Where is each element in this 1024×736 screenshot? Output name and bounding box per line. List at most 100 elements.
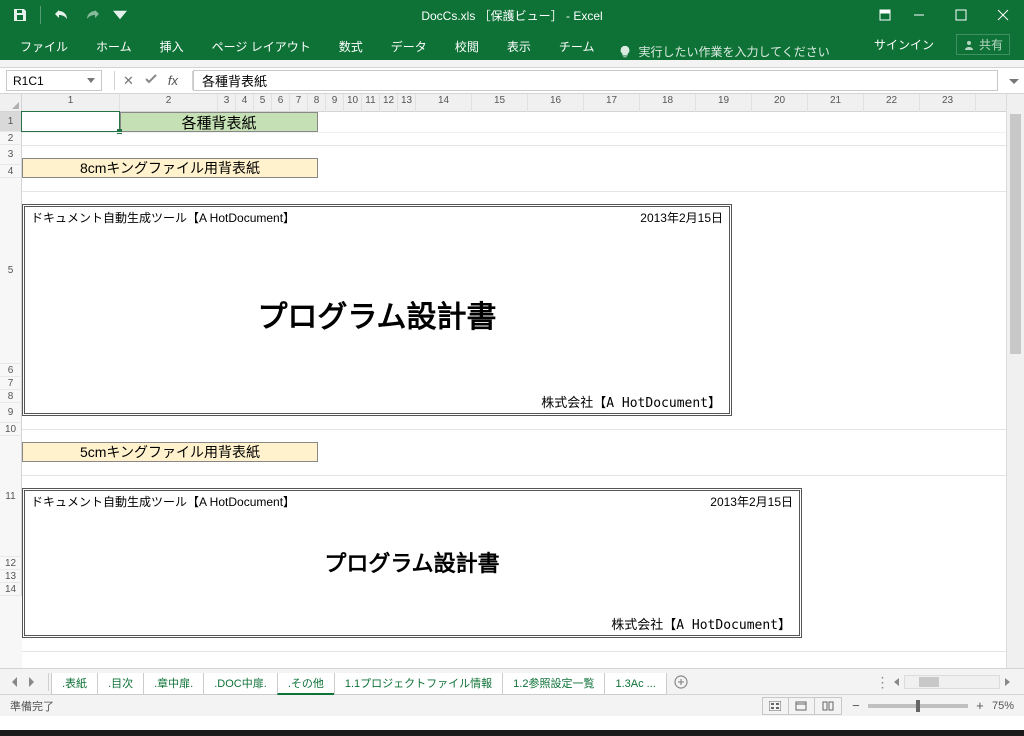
- row-header[interactable]: 9: [0, 403, 22, 423]
- share-label: 共有: [979, 36, 1003, 53]
- col-header[interactable]: 8: [308, 94, 326, 112]
- sheet-nav-prev[interactable]: [8, 674, 22, 690]
- row-header[interactable]: 14: [0, 583, 22, 596]
- col-header[interactable]: 11: [362, 94, 380, 112]
- col-header[interactable]: 5: [254, 94, 272, 112]
- col-header[interactable]: 16: [528, 94, 584, 112]
- row-header[interactable]: 3: [0, 145, 22, 165]
- row-header[interactable]: 2: [0, 132, 22, 145]
- row-header[interactable]: 13: [0, 570, 22, 583]
- cancel-formula-button[interactable]: ✕: [123, 73, 134, 89]
- tab-review[interactable]: 校閲: [441, 34, 493, 60]
- add-sheet-button[interactable]: [670, 675, 692, 689]
- save-button[interactable]: [8, 3, 32, 27]
- col-header[interactable]: 23: [920, 94, 976, 112]
- ribbon-display-options[interactable]: [872, 0, 898, 30]
- sheet-tab[interactable]: 1.1プロジェクトファイル情報: [334, 673, 503, 695]
- col-header[interactable]: 2: [120, 94, 218, 112]
- cells-viewport[interactable]: 各種背表紙 8cmキングファイル用背表紙 ドキュメント自動生成ツール【A Hot…: [22, 112, 1006, 668]
- zoom-out-button[interactable]: −: [850, 698, 862, 713]
- row-header[interactable]: 4: [0, 165, 22, 178]
- sheet-tab[interactable]: 1.2参照設定一覧: [502, 673, 605, 695]
- maximize-button[interactable]: [940, 0, 982, 30]
- minimize-button[interactable]: [898, 0, 940, 30]
- column-headers[interactable]: 1234567891011121314151617181920212223: [22, 94, 1006, 112]
- horizontal-scrollbar[interactable]: [904, 675, 1000, 689]
- zoom-in-button[interactable]: +: [974, 698, 986, 713]
- col-header[interactable]: 14: [416, 94, 472, 112]
- cell-header-8cm[interactable]: 8cmキングファイル用背表紙: [22, 158, 318, 178]
- view-normal-button[interactable]: [763, 698, 789, 714]
- scroll-thumb[interactable]: [1010, 114, 1021, 354]
- zoom-slider[interactable]: [868, 704, 968, 708]
- zoom-slider-thumb[interactable]: [916, 700, 920, 712]
- sheet-tab[interactable]: .その他: [277, 673, 335, 695]
- tab-home[interactable]: ホーム: [82, 34, 146, 60]
- tab-insert[interactable]: 挿入: [146, 34, 198, 60]
- sheet-tab[interactable]: .章中扉.: [143, 673, 204, 695]
- sheet-tab[interactable]: .表紙: [51, 673, 98, 695]
- zoom-level[interactable]: 75%: [992, 700, 1014, 712]
- tab-formulas[interactable]: 数式: [325, 34, 377, 60]
- name-box[interactable]: R1C1: [6, 70, 102, 91]
- undo-button[interactable]: [49, 3, 73, 27]
- row-header[interactable]: 11: [0, 436, 22, 557]
- tab-pagelayout[interactable]: ページ レイアウト: [198, 34, 325, 60]
- col-header[interactable]: 7: [290, 94, 308, 112]
- spreadsheet-grid[interactable]: 1234567891011121314151617181920212223 12…: [0, 94, 1024, 668]
- hscroll-left[interactable]: [890, 678, 904, 686]
- tab-team[interactable]: チーム: [545, 34, 609, 60]
- col-header[interactable]: 22: [864, 94, 920, 112]
- view-pagelayout-button[interactable]: [789, 698, 815, 714]
- accept-formula-button[interactable]: [144, 72, 158, 89]
- row-header[interactable]: 12: [0, 557, 22, 570]
- row-header[interactable]: 1: [0, 112, 22, 132]
- row-header[interactable]: 10: [0, 423, 22, 436]
- row-header[interactable]: 8: [0, 390, 22, 403]
- select-all-button[interactable]: [0, 94, 22, 112]
- doc-box-8cm[interactable]: ドキュメント自動生成ツール【A HotDocument】 2013年2月15日 …: [22, 204, 732, 416]
- sheet-nav-next[interactable]: [24, 674, 38, 690]
- cell-header-5cm[interactable]: 5cmキングファイル用背表紙: [22, 442, 318, 462]
- share-button[interactable]: 共有: [956, 34, 1010, 55]
- redo-button[interactable]: [81, 3, 105, 27]
- col-header[interactable]: 4: [236, 94, 254, 112]
- fx-button[interactable]: fx: [168, 73, 178, 88]
- tell-me-search[interactable]: 実行したい作業を入力してください: [618, 43, 829, 60]
- col-header[interactable]: 3: [218, 94, 236, 112]
- vertical-scrollbar[interactable]: [1006, 94, 1024, 668]
- tab-view[interactable]: 表示: [493, 34, 545, 60]
- col-header[interactable]: 1: [22, 94, 120, 112]
- col-header[interactable]: 17: [584, 94, 640, 112]
- sheet-tab[interactable]: 1.3Ac ...: [604, 673, 666, 695]
- sheet-scroll-menu[interactable]: ⋮: [874, 674, 890, 691]
- row-header[interactable]: 5: [0, 178, 22, 364]
- col-header[interactable]: 18: [640, 94, 696, 112]
- close-button[interactable]: [982, 0, 1024, 30]
- row-headers[interactable]: 1234567891011121314: [0, 112, 22, 668]
- view-pagebreak-button[interactable]: [815, 698, 841, 714]
- col-header[interactable]: 9: [326, 94, 344, 112]
- col-header[interactable]: 6: [272, 94, 290, 112]
- tab-file[interactable]: ファイル: [6, 34, 82, 60]
- col-header[interactable]: 10: [344, 94, 362, 112]
- col-header[interactable]: 15: [472, 94, 528, 112]
- col-header[interactable]: 21: [808, 94, 864, 112]
- row-header[interactable]: 7: [0, 377, 22, 390]
- doc-box-5cm[interactable]: ドキュメント自動生成ツール【A HotDocument】 2013年2月15日 …: [22, 488, 802, 638]
- signin-link[interactable]: サインイン: [874, 36, 934, 53]
- row-header[interactable]: 6: [0, 364, 22, 377]
- hscroll-right[interactable]: [1000, 678, 1014, 686]
- hscroll-thumb[interactable]: [919, 677, 939, 687]
- sheet-tab[interactable]: .目次: [97, 673, 144, 695]
- sheet-tab[interactable]: .DOC中扉.: [203, 673, 278, 695]
- tab-data[interactable]: データ: [377, 34, 441, 60]
- col-header[interactable]: 19: [696, 94, 752, 112]
- col-header[interactable]: 13: [398, 94, 416, 112]
- cell-title-main[interactable]: 各種背表紙: [120, 112, 318, 132]
- qat-customize-button[interactable]: [113, 3, 127, 27]
- col-header[interactable]: 12: [380, 94, 398, 112]
- col-header[interactable]: 20: [752, 94, 808, 112]
- formula-bar[interactable]: 各種背表紙: [193, 70, 998, 91]
- expand-formula-bar[interactable]: [1004, 68, 1024, 93]
